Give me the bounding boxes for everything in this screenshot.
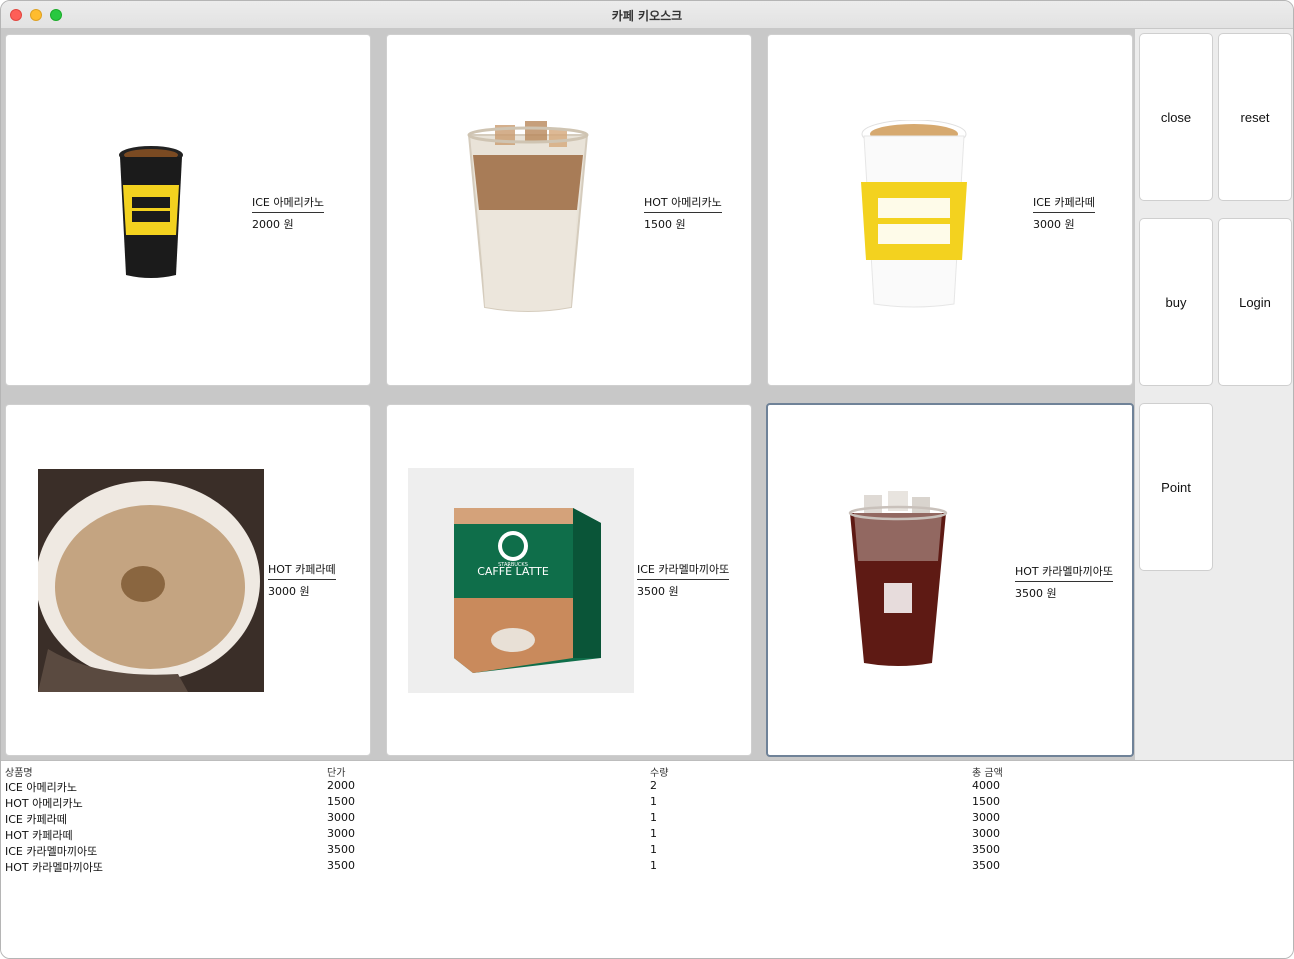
header-product-name: 상품명 [5, 768, 33, 779]
order-table-header: 상품명 단가 수량 총 금액 [5, 764, 1285, 780]
table-row[interactable]: ICE 카페라떼 3000 1 3000 [5, 811, 1285, 827]
menu-item-name: HOT 아메리카노 [644, 194, 722, 213]
cell-quantity: 1 [650, 795, 657, 808]
menu-item-name: ICE 카페라떼 [1033, 194, 1095, 213]
header-total: 총 금액 [972, 768, 1003, 779]
cell-product-name: HOT 아메리카노 [5, 797, 83, 810]
menu-item-hot-caramel-macchiato[interactable]: HOT 카라멜마끼아또 3500 원 [766, 403, 1134, 757]
cell-product-name: ICE 아메리카노 [5, 781, 77, 794]
cell-product-name: ICE 카라멜마끼아또 [5, 845, 98, 858]
menu-item-ice-cafe-latte[interactable]: ICE 카페라떼 3000 원 [767, 34, 1133, 386]
coffee-cup-image [119, 146, 183, 278]
buy-button[interactable]: buy [1139, 218, 1213, 386]
box-brand-label: STARBUCKS [498, 562, 528, 568]
cell-total: 4000 [972, 779, 1000, 792]
window-title: 카페 키오스크 [611, 9, 683, 23]
coffee-cup-image [467, 121, 589, 312]
reset-button[interactable]: reset [1218, 33, 1292, 201]
menu-item-ice-caramel-macchiato[interactable]: CAFFÈ LATTE STARBUCKS [386, 404, 752, 756]
table-row[interactable]: ICE 아메리카노 2000 2 4000 [5, 779, 1285, 795]
cell-unit-price: 1500 [327, 795, 355, 808]
order-table: 상품명 단가 수량 총 금액 ICE 아메리카노 2000 2 4000 HOT 아메리… [1, 760, 1293, 958]
menu-item-ice-americano[interactable]: ICE 아메리카노 2000 원 [5, 34, 371, 386]
menu-item-price: 3000 원 [1033, 218, 1075, 231]
cell-product-name: HOT 카라멜마끼아또 [5, 861, 103, 874]
menu-grid: ICE 아메리카노 2000 원 HOT 아메리카노 1500 원 ICE 카페… [1, 29, 1293, 760]
point-button[interactable]: Point [1139, 403, 1213, 571]
cell-quantity: 1 [650, 859, 657, 872]
cell-quantity: 1 [650, 827, 657, 840]
cell-unit-price: 3000 [327, 827, 355, 840]
menu-item-price: 3500 원 [1015, 587, 1057, 600]
cell-quantity: 1 [650, 843, 657, 856]
table-row[interactable]: ICE 카라멜마끼아또 3500 1 3500 [5, 843, 1285, 859]
cell-product-name: HOT 카페라떼 [5, 829, 73, 842]
cell-total: 3500 [972, 859, 1000, 872]
table-row[interactable]: HOT 카라멜마끼아또 3500 1 3500 [5, 859, 1285, 875]
latte-photo-image [38, 469, 264, 692]
cell-total: 3000 [972, 811, 1000, 824]
login-button[interactable]: Login [1218, 218, 1292, 386]
coffee-cup-image [848, 491, 948, 666]
table-row[interactable]: HOT 아메리카노 1500 1 1500 [5, 795, 1285, 811]
menu-item-price: 1500 원 [644, 218, 686, 231]
table-row[interactable]: HOT 카페라떼 3000 1 3000 [5, 827, 1285, 843]
cell-unit-price: 2000 [327, 779, 355, 792]
cell-unit-price: 3500 [327, 843, 355, 856]
menu-item-name: ICE 아메리카노 [252, 194, 324, 213]
menu-item-hot-americano[interactable]: HOT 아메리카노 1500 원 [386, 34, 752, 386]
title-bar: 카페 키오스크 [1, 1, 1293, 29]
header-unit-price: 단가 [327, 768, 346, 779]
close-button[interactable]: close [1139, 33, 1213, 201]
menu-item-price: 2000 원 [252, 218, 294, 231]
cell-unit-price: 3500 [327, 859, 355, 872]
cell-total: 3500 [972, 843, 1000, 856]
starbucks-box-image: CAFFÈ LATTE STARBUCKS [408, 468, 634, 693]
cell-quantity: 2 [650, 779, 657, 792]
cell-total: 3000 [972, 827, 1000, 840]
menu-item-name: HOT 카라멜마끼아또 [1015, 563, 1113, 582]
kiosk-window: 카페 키오스크 ICE 아메리카노 2000 원 HOT 아메리카노 1500 … [0, 0, 1294, 959]
header-quantity: 수량 [650, 768, 669, 779]
cell-unit-price: 3000 [327, 811, 355, 824]
cell-quantity: 1 [650, 811, 657, 824]
menu-item-hot-cafe-latte[interactable] [5, 404, 371, 756]
cell-total: 1500 [972, 795, 1000, 808]
cell-product-name: ICE 카페라떼 [5, 813, 67, 826]
coffee-cup-image [861, 120, 967, 308]
